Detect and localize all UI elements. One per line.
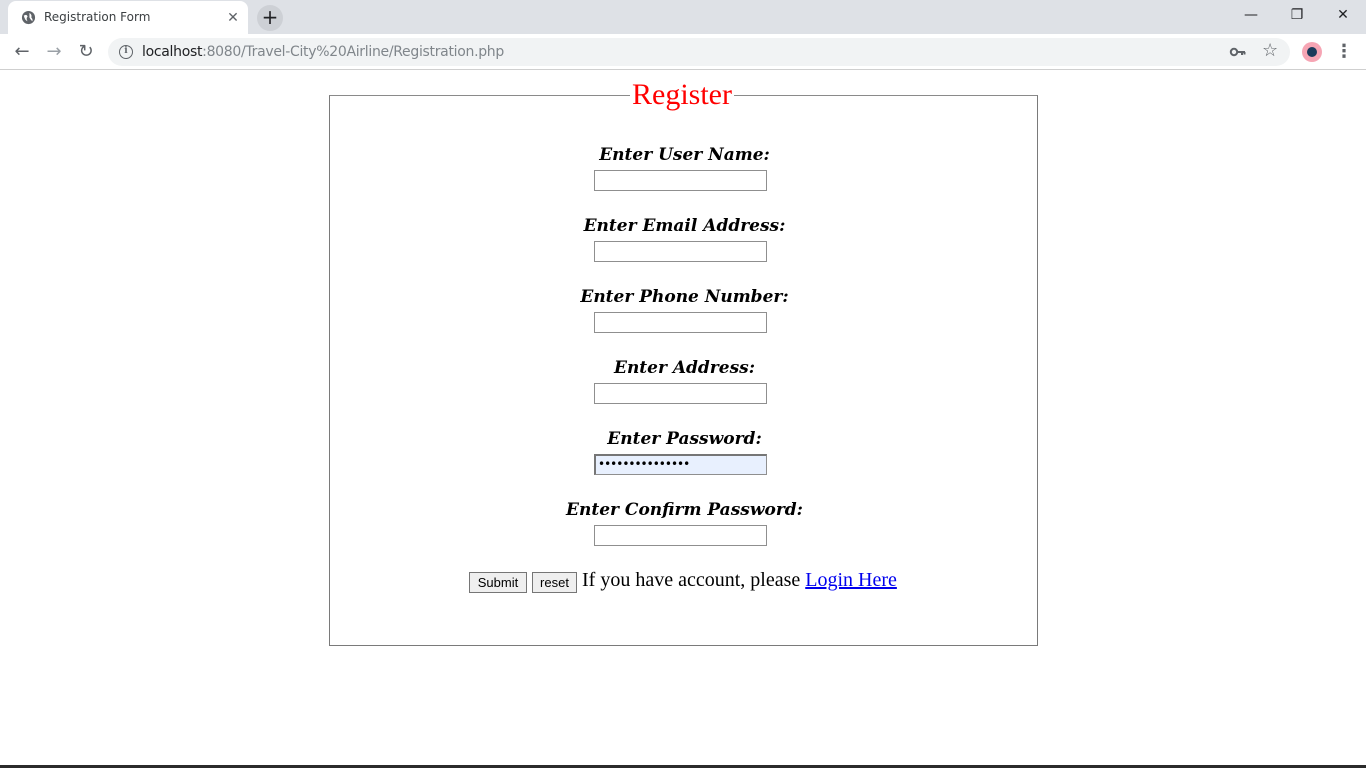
- password-label: Enter Password:: [607, 429, 762, 449]
- submit-button[interactable]: Submit: [469, 572, 527, 593]
- reload-icon[interactable]: ↻: [72, 38, 100, 66]
- username-input[interactable]: [594, 170, 767, 191]
- back-arrow-icon[interactable]: ←: [8, 38, 36, 66]
- form-legend: Register: [630, 78, 734, 111]
- login-here-link[interactable]: Login Here: [805, 569, 897, 591]
- forward-arrow-icon[interactable]: →: [40, 38, 68, 66]
- email-input[interactable]: [594, 241, 767, 262]
- window-close-icon[interactable]: ✕: [1320, 0, 1366, 30]
- address-input[interactable]: [594, 383, 767, 404]
- phone-label: Enter Phone Number:: [580, 287, 789, 307]
- confirm-password-label: Enter Confirm Password:: [566, 500, 803, 520]
- minimize-icon[interactable]: —: [1228, 0, 1274, 30]
- password-input[interactable]: •••••••••••••••: [594, 454, 767, 475]
- globe-icon: [21, 10, 36, 25]
- phone-input[interactable]: [594, 312, 767, 333]
- browser-tab[interactable]: Registration Form ✕: [8, 1, 248, 34]
- email-label: Enter Email Address:: [583, 216, 786, 236]
- registration-fieldset: Register Enter User Name: Enter Email Ad…: [329, 79, 1038, 646]
- profile-avatar[interactable]: [1302, 42, 1322, 62]
- new-tab-button[interactable]: +: [257, 5, 283, 31]
- url-text[interactable]: localhost:8080/Travel-City%20Airline/Reg…: [142, 44, 504, 60]
- bookmark-star-icon[interactable]: ☆: [1262, 40, 1278, 61]
- tab-title: Registration Form: [44, 10, 151, 24]
- kebab-menu-icon[interactable]: ⋮: [1334, 38, 1354, 66]
- username-label: Enter User Name:: [599, 145, 770, 165]
- browser-toolbar: ← → ↻ i localhost:8080/Travel-City%20Air…: [0, 34, 1366, 70]
- address-label: Enter Address:: [613, 358, 755, 378]
- address-bar[interactable]: i localhost:8080/Travel-City%20Airline/R…: [108, 38, 1290, 66]
- info-icon[interactable]: i: [119, 45, 133, 59]
- key-icon[interactable]: [1228, 43, 1248, 61]
- confirm-password-input[interactable]: [594, 525, 767, 546]
- browser-tabstrip: Registration Form ✕ + — ❐ ✕: [0, 0, 1366, 34]
- login-prompt-text: If you have account, please: [582, 569, 806, 591]
- login-prompt: If you have account, please Login Here: [582, 569, 897, 592]
- close-tab-icon[interactable]: ✕: [225, 10, 241, 26]
- reset-button[interactable]: reset: [532, 572, 577, 593]
- restore-icon[interactable]: ❐: [1274, 0, 1320, 30]
